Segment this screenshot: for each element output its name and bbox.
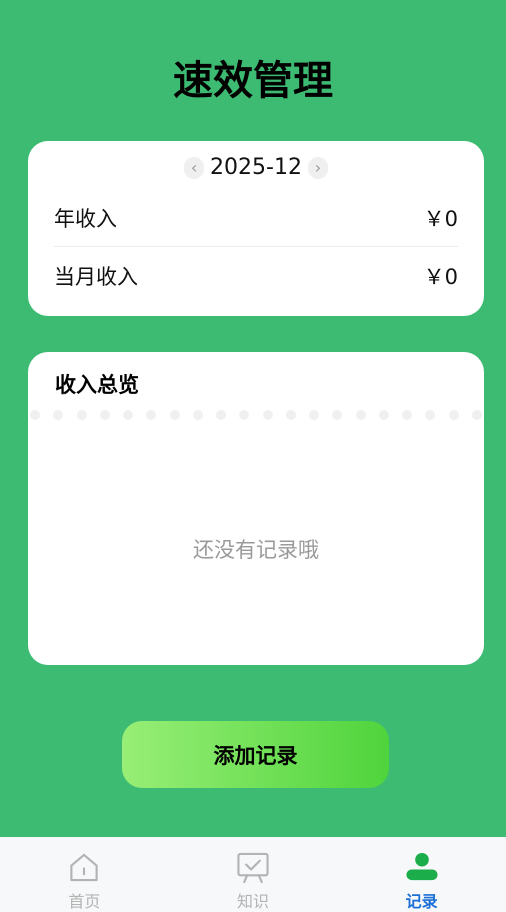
divider-dot	[471, 410, 482, 420]
divider-dot	[192, 410, 203, 420]
tab-knowledge-label: 知识	[237, 892, 270, 911]
dotted-divider	[28, 410, 484, 420]
divider-dot	[169, 410, 180, 420]
chevron-left-icon[interactable]: ‹	[184, 156, 205, 179]
tab-knowledge[interactable]: 知识	[169, 837, 338, 912]
home-icon	[70, 853, 99, 882]
divider-dot	[262, 410, 273, 420]
overview-title: 收入总览	[55, 373, 139, 397]
tab-home[interactable]: 首页	[0, 837, 169, 912]
user-record-icon	[406, 852, 438, 881]
income-summary-card: ‹ 2025-12 › 年收入 ￥0 当月收入 ￥0	[28, 141, 484, 316]
chevron-right-icon[interactable]: ›	[307, 156, 328, 179]
tab-records[interactable]: 记录	[337, 837, 506, 912]
year-income-value: ￥0	[423, 207, 458, 231]
divider-dot	[216, 410, 226, 420]
divider-dot	[332, 410, 343, 420]
tab-home-label: 首页	[68, 892, 101, 911]
divider-dot	[123, 410, 133, 420]
month-switcher: ‹ 2025-12 ›	[28, 155, 484, 180]
knowledge-board-icon	[237, 852, 269, 884]
divider-dot	[99, 410, 110, 420]
page-title: 速效管理	[173, 58, 333, 104]
current-month[interactable]: 2025-12	[208, 155, 304, 180]
income-overview-card: 收入总览 还没有记录哦	[28, 352, 484, 665]
divider-dot	[402, 410, 412, 420]
divider-dot	[309, 410, 319, 420]
divider-dot	[239, 410, 250, 420]
month-income-row: 当月收入 ￥0	[54, 259, 458, 293]
empty-state-text: 还没有记录哦	[193, 538, 319, 562]
add-record-button[interactable]: 添加记录	[122, 721, 389, 788]
month-income-label: 当月收入	[54, 265, 138, 289]
divider-dot	[378, 410, 389, 420]
divider-dot	[30, 410, 40, 420]
tab-records-label: 记录	[405, 892, 438, 911]
year-income-label: 年收入	[54, 207, 117, 231]
month-income-value: ￥0	[423, 265, 458, 289]
divider-dot	[448, 410, 459, 420]
divider	[54, 246, 458, 247]
divider-dot	[355, 410, 366, 420]
divider-dot	[53, 410, 64, 420]
bottom-tab-bar: 首页 知识 记录	[0, 837, 506, 912]
divider-dot	[76, 410, 87, 420]
divider-dot	[146, 410, 157, 420]
divider-dot	[285, 410, 296, 420]
year-income-row: 年收入 ￥0	[54, 201, 458, 235]
divider-dot	[425, 410, 436, 420]
